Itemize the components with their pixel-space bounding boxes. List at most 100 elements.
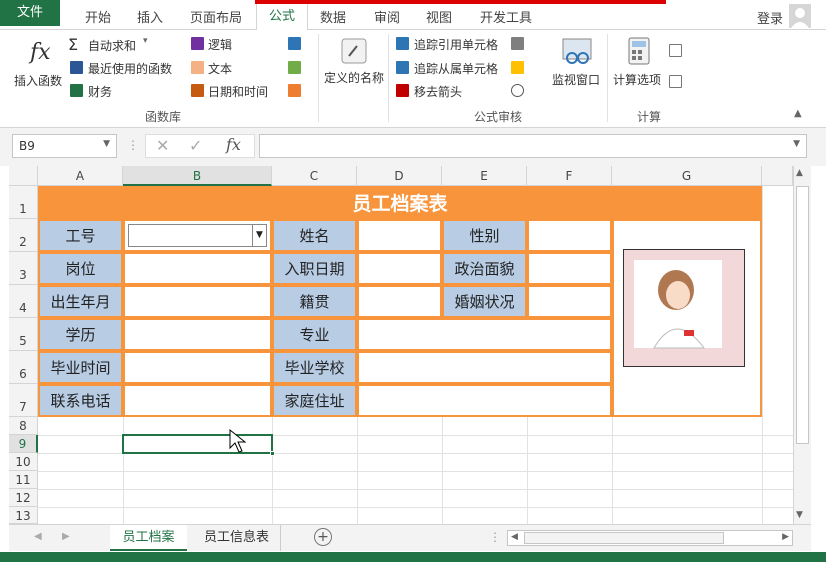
gender-value[interactable] bbox=[527, 219, 612, 252]
recent-functions-button[interactable]: 最近使用的函数 bbox=[88, 60, 172, 77]
row-header[interactable]: 10 bbox=[9, 453, 38, 471]
expand-formula-icon[interactable]: ▼ bbox=[793, 139, 800, 149]
text-functions-button[interactable]: 文本 bbox=[208, 60, 232, 77]
tab-home[interactable]: 开始 bbox=[85, 7, 111, 26]
scroll-up-icon[interactable]: ▲ bbox=[796, 168, 803, 178]
tab-formulas[interactable]: 公式 bbox=[256, 3, 308, 31]
error-check-icon[interactable] bbox=[511, 61, 524, 74]
tab-page-layout[interactable]: 页面布局 bbox=[190, 7, 242, 26]
political-status-value[interactable] bbox=[527, 252, 612, 285]
sheet-tab[interactable]: 员工信息表 bbox=[193, 525, 281, 551]
native-place-value[interactable] bbox=[357, 285, 442, 318]
horizontal-scrollbar[interactable]: ◀ ▶ bbox=[507, 530, 793, 546]
join-date-value[interactable] bbox=[357, 252, 442, 285]
education-value[interactable] bbox=[123, 318, 272, 351]
row-header[interactable]: 6 bbox=[9, 351, 38, 384]
column-header[interactable]: A bbox=[38, 166, 123, 186]
calc-sheet-icon[interactable] bbox=[669, 75, 682, 88]
h-scroll-thumb[interactable] bbox=[524, 532, 724, 544]
selected-cell[interactable] bbox=[122, 434, 275, 456]
scroll-thumb[interactable] bbox=[796, 186, 809, 444]
collapse-ribbon-icon[interactable]: ▲ bbox=[794, 108, 802, 119]
name-value[interactable] bbox=[357, 219, 442, 252]
more-functions-icon[interactable] bbox=[288, 84, 301, 97]
trace-precedents-button[interactable]: 追踪引用单元格 bbox=[414, 36, 498, 53]
remove-arrows-button[interactable]: 移去箭头 bbox=[414, 83, 462, 100]
select-all-corner[interactable] bbox=[9, 166, 38, 186]
calc-options-button[interactable]: 计算选项 bbox=[613, 71, 661, 88]
row-header[interactable]: 3 bbox=[9, 252, 38, 285]
graduation-time-value[interactable] bbox=[123, 351, 272, 384]
row-header[interactable]: 1 bbox=[9, 186, 38, 219]
vertical-scrollbar[interactable]: ▲ ▼ bbox=[793, 166, 811, 524]
scroll-right-icon[interactable]: ▶ bbox=[782, 532, 789, 542]
trace-dependents-button[interactable]: 追踪从属单元格 bbox=[414, 60, 498, 77]
prev-sheet-icon[interactable]: ◀ bbox=[34, 531, 42, 542]
tab-review[interactable]: 审阅 bbox=[374, 7, 400, 26]
sheet-tab-active[interactable]: 员工档案 bbox=[110, 525, 187, 551]
scroll-down-icon[interactable]: ▼ bbox=[796, 510, 803, 520]
login-link[interactable]: 登录 bbox=[757, 8, 783, 27]
tab-data[interactable]: 数据 bbox=[320, 7, 346, 26]
datetime-button[interactable]: 日期和时间 bbox=[208, 83, 268, 100]
insert-function-icon[interactable]: fx bbox=[226, 135, 241, 154]
tab-file[interactable]: 文件 bbox=[0, 0, 60, 26]
photo-cell[interactable] bbox=[612, 219, 762, 417]
cancel-icon[interactable]: ✕ bbox=[156, 136, 169, 155]
financial-button[interactable]: 财务 bbox=[88, 83, 112, 100]
group-label-calculation: 计算 bbox=[637, 110, 662, 124]
birth-date-value[interactable] bbox=[123, 285, 272, 318]
position-value[interactable] bbox=[123, 252, 272, 285]
tab-insert[interactable]: 插入 bbox=[137, 7, 163, 26]
tab-developer[interactable]: 开发工具 bbox=[480, 7, 532, 26]
marital-status-value[interactable] bbox=[527, 285, 612, 318]
major-value[interactable] bbox=[357, 318, 612, 351]
employee-id-dropdown[interactable]: ▼ bbox=[123, 219, 272, 252]
calc-now-icon[interactable] bbox=[669, 44, 682, 57]
defined-names-button[interactable]: 定义的名称 bbox=[324, 69, 384, 86]
scroll-left-icon[interactable]: ◀ bbox=[511, 532, 518, 542]
fill-handle[interactable] bbox=[270, 451, 275, 456]
logical-button[interactable]: 逻辑 bbox=[208, 36, 232, 53]
row-header-selected[interactable]: 9 bbox=[9, 435, 38, 453]
row-header[interactable]: 2 bbox=[9, 219, 38, 252]
row-header[interactable]: 7 bbox=[9, 384, 38, 417]
dropdown-box[interactable]: ▼ bbox=[128, 224, 267, 247]
row-header[interactable]: 5 bbox=[9, 318, 38, 351]
column-header[interactable] bbox=[762, 166, 793, 186]
column-header[interactable]: G bbox=[612, 166, 762, 186]
row-header[interactable]: 11 bbox=[9, 471, 38, 489]
row-header[interactable]: 8 bbox=[9, 417, 38, 435]
lookup-icon[interactable] bbox=[288, 37, 301, 50]
column-header[interactable]: F bbox=[527, 166, 612, 186]
dropdown-arrow-icon[interactable]: ▼ bbox=[252, 225, 266, 246]
tab-splitter-icon[interactable]: ⋮ bbox=[489, 530, 501, 544]
column-header[interactable]: D bbox=[357, 166, 442, 186]
tab-view[interactable]: 视图 bbox=[426, 7, 452, 26]
school-value[interactable] bbox=[357, 351, 612, 384]
worksheet[interactable]: A B C D E F G 1 2 3 4 5 6 7 8 9 10 11 12… bbox=[9, 166, 811, 524]
watch-window-button[interactable]: 监视窗口 bbox=[552, 71, 600, 88]
row-header[interactable]: 4 bbox=[9, 285, 38, 318]
autosum-button[interactable]: 自动求和 bbox=[88, 37, 136, 54]
avatar[interactable] bbox=[789, 4, 811, 28]
column-header-selected[interactable]: B bbox=[123, 166, 272, 186]
autosum-dropdown-icon[interactable]: ▾ bbox=[143, 36, 148, 46]
phone-value[interactable] bbox=[123, 384, 272, 417]
row-header[interactable]: 13 bbox=[9, 507, 38, 524]
next-sheet-icon[interactable]: ▶ bbox=[62, 531, 70, 542]
insert-function-button[interactable]: 插入函数 bbox=[14, 72, 62, 89]
show-formulas-icon[interactable] bbox=[511, 37, 524, 50]
formula-input[interactable]: ▼ bbox=[259, 134, 807, 158]
column-header[interactable]: C bbox=[272, 166, 357, 186]
row-header[interactable]: 12 bbox=[9, 489, 38, 507]
column-header[interactable]: E bbox=[442, 166, 527, 186]
name-box-dropdown-icon[interactable]: ▼ bbox=[103, 139, 110, 149]
name-box[interactable]: B9 ▼ bbox=[12, 134, 117, 158]
remove-arrows-icon bbox=[396, 84, 409, 97]
add-sheet-icon[interactable]: + bbox=[314, 528, 332, 546]
evaluate-formula-icon[interactable] bbox=[511, 84, 524, 97]
address-value[interactable] bbox=[357, 384, 612, 417]
math-icon[interactable] bbox=[288, 61, 301, 74]
enter-icon[interactable]: ✓ bbox=[189, 136, 202, 155]
